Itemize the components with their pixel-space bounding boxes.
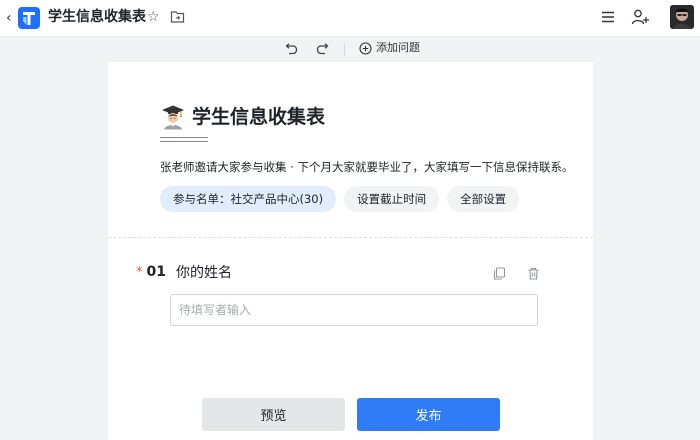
question-number: 01 [146,264,166,280]
form-card: 学生信息收集表 张老师邀请大家参与收集 · 下个月大家就要毕业了，大家填写一下信… [108,62,593,440]
title-underline [160,137,208,142]
plus-circle-icon [359,41,372,55]
form-header: 学生信息收集表 [160,104,325,130]
document-title: 学生信息收集表 [48,9,146,25]
required-mark: * [136,264,143,280]
set-deadline-chip[interactable]: 设置截止时间 [344,186,440,212]
toolbar-divider [344,43,345,56]
add-question-label: 添加问题 [376,41,420,54]
student-emoji-icon [160,104,186,130]
question-header: * 01 你的姓名 [136,262,232,282]
preview-button[interactable]: 预览 [202,398,345,431]
all-settings-chip[interactable]: 全部设置 [447,186,520,212]
trash-icon[interactable] [527,265,540,284]
name-answer-input[interactable] [170,294,538,326]
star-icon[interactable]: ☆ [147,7,160,27]
add-question-button[interactable]: 添加问题 [359,40,420,56]
avatar[interactable] [670,5,694,29]
menu-icon[interactable] [600,9,616,29]
move-to-folder-icon[interactable] [170,9,185,28]
publish-button[interactable]: 发布 [357,398,500,431]
form-description[interactable]: 张老师邀请大家参与收集 · 下个月大家就要毕业了，大家填写一下信息保持联系。 [160,159,573,175]
editor-toolbar: 添加问题 [0,36,700,60]
redo-icon[interactable] [315,41,331,61]
participant-list-chip[interactable]: 参与名单：社交产品中心(30) [160,186,337,212]
add-collaborator-icon[interactable] [630,7,650,31]
undo-icon[interactable] [283,41,299,61]
back-icon[interactable]: ‹ [6,9,16,27]
copy-icon[interactable] [493,265,506,284]
app-logo-icon [18,7,40,29]
question-title[interactable]: 你的姓名 [176,262,232,282]
section-divider [108,237,593,238]
form-settings-chips: 参与名单：社交产品中心(30) 设置截止时间 全部设置 [160,186,527,212]
form-title[interactable]: 学生信息收集表 [192,104,325,130]
top-bar: ‹ 学生信息收集表 ☆ [0,0,700,36]
